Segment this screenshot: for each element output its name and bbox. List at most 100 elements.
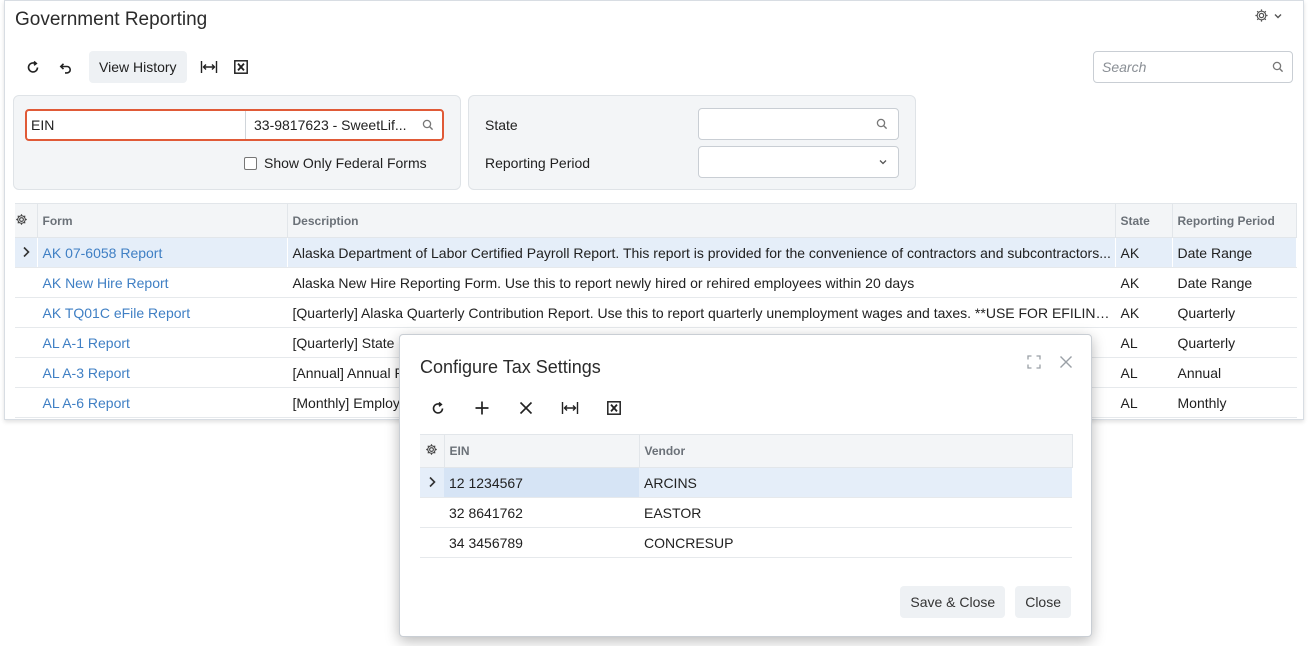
table-row[interactable]: 12 1234567 ARCINS (420, 467, 1072, 498)
close-button[interactable]: Close (1015, 586, 1071, 618)
row-expander[interactable] (15, 237, 37, 268)
state-cell: AK (1115, 267, 1172, 298)
ein-selector[interactable]: EIN 33-9817623 - SweetLif... (25, 109, 444, 141)
delete-row-button[interactable] (510, 392, 542, 424)
ein-cell[interactable]: 32 8641762 (444, 497, 639, 528)
excel-icon (607, 401, 621, 415)
ein-cell[interactable]: 12 1234567 (444, 467, 639, 498)
ein-cell[interactable]: 34 3456789 (444, 527, 639, 558)
excel-icon (233, 60, 248, 74)
ein-value: 33-9817623 - SweetLif... (254, 117, 407, 133)
dialog-window-controls (1027, 355, 1073, 369)
table-row[interactable]: AK New Hire Report Alaska New Hire Repor… (15, 267, 1296, 298)
table-row[interactable]: AK 07-6058 Report Alaska Department of L… (15, 237, 1296, 268)
search-input[interactable]: Search (1093, 51, 1293, 83)
row-expander (420, 527, 444, 558)
refresh-icon (27, 60, 39, 73)
form-link[interactable]: AK New Hire Report (37, 267, 287, 298)
main-toolbar: View History (17, 51, 257, 83)
ein-label: EIN (31, 117, 55, 133)
table-row[interactable]: 34 3456789 CONCRESUP (420, 527, 1072, 558)
state-period-filter-box: State Reporting Period (468, 95, 916, 190)
dialog-footer: Save & Close Close (900, 586, 1071, 618)
table-row[interactable]: 32 8641762 EASTOR (420, 497, 1072, 528)
maximize-icon[interactable] (1027, 355, 1041, 369)
grid-settings-cell[interactable] (15, 203, 38, 238)
chevron-down-icon (1274, 13, 1282, 18)
export-excel-button[interactable] (225, 51, 257, 83)
period-cell: Quarterly (1172, 297, 1296, 328)
period-cell: Date Range (1172, 267, 1296, 298)
column-header-ein[interactable]: EIN (444, 434, 640, 468)
state-label: State (485, 117, 518, 133)
period-cell: Date Range (1172, 237, 1296, 268)
federal-only-checkbox[interactable] (244, 156, 257, 170)
column-header-state[interactable]: State (1115, 203, 1173, 238)
period-cell: Annual (1172, 357, 1296, 388)
form-link[interactable]: AL A-3 Report (37, 357, 287, 388)
federal-only-toggle[interactable]: Show Only Federal Forms (244, 155, 427, 171)
column-header-description[interactable]: Description (287, 203, 1116, 238)
table-row[interactable]: AK TQ01C eFile Report [Quarterly] Alaska… (15, 297, 1296, 328)
chevron-right-icon[interactable] (22, 246, 30, 258)
column-header-form[interactable]: Form (37, 203, 288, 238)
fit-columns-button[interactable] (193, 51, 225, 83)
period-cell: Quarterly (1172, 327, 1296, 358)
row-expander (15, 387, 37, 418)
gear-icon[interactable] (425, 443, 438, 456)
close-icon[interactable] (1059, 355, 1073, 369)
reporting-period-select[interactable] (698, 146, 899, 178)
grid-settings-cell[interactable] (420, 434, 445, 468)
add-row-button[interactable] (466, 392, 498, 424)
save-and-close-button[interactable]: Save & Close (900, 586, 1006, 618)
refresh-icon (432, 401, 444, 414)
reporting-period-label: Reporting Period (485, 155, 591, 171)
vendor-cell[interactable]: ARCINS (639, 467, 1072, 498)
export-excel-button[interactable] (598, 392, 630, 424)
row-expander (15, 357, 37, 388)
fit-width-icon (561, 402, 579, 414)
form-link[interactable]: AL A-1 Report (37, 327, 287, 358)
search-icon (1272, 61, 1284, 73)
form-link[interactable]: AK 07-6058 Report (37, 237, 287, 268)
view-history-button[interactable]: View History (89, 51, 187, 83)
vendor-cell[interactable]: EASTOR (639, 497, 1072, 528)
row-expander (15, 327, 37, 358)
description-cell: [Quarterly] Alaska Quarterly Contributio… (287, 297, 1115, 328)
fit-columns-button[interactable] (554, 392, 586, 424)
settings-menu-button[interactable] (1254, 8, 1283, 23)
gear-icon (1255, 9, 1268, 22)
fit-width-icon (200, 61, 217, 73)
row-expander[interactable] (420, 467, 444, 498)
gear-icon[interactable] (15, 213, 28, 226)
state-cell: AK (1115, 237, 1172, 268)
form-link[interactable]: AK TQ01C eFile Report (37, 297, 287, 328)
ein-filter-box: EIN 33-9817623 - SweetLif... Show Only F… (13, 95, 461, 190)
row-expander (15, 267, 37, 298)
column-header-reporting-period[interactable]: Reporting Period (1172, 203, 1297, 238)
state-field[interactable] (698, 108, 899, 140)
vendor-cell[interactable]: CONCRESUP (639, 527, 1072, 558)
form-link[interactable]: AL A-6 Report (37, 387, 287, 418)
refresh-button[interactable] (422, 392, 454, 424)
row-expander (15, 297, 37, 328)
dialog-toolbar (422, 392, 630, 424)
federal-only-label: Show Only Federal Forms (264, 155, 427, 171)
chevron-down-icon (879, 160, 887, 165)
undo-button[interactable] (49, 51, 81, 83)
plus-icon (475, 401, 489, 415)
undo-icon (59, 63, 71, 74)
column-header-vendor[interactable]: Vendor (639, 434, 1073, 468)
row-expander (420, 497, 444, 528)
search-icon (876, 118, 888, 130)
ein-value-field[interactable]: 33-9817623 - SweetLif... (245, 111, 442, 139)
delete-icon (519, 401, 533, 415)
description-cell: Alaska Department of Labor Certified Pay… (287, 237, 1115, 268)
period-cell: Monthly (1172, 387, 1296, 418)
dialog-title: Configure Tax Settings (420, 357, 601, 377)
refresh-button[interactable] (17, 51, 49, 83)
search-icon[interactable] (422, 119, 434, 131)
state-cell: AL (1115, 357, 1172, 388)
chevron-right-icon[interactable] (428, 476, 436, 488)
tax-settings-grid: EIN Vendor 12 1234567 ARCINS 32 8641762 … (420, 434, 1073, 558)
